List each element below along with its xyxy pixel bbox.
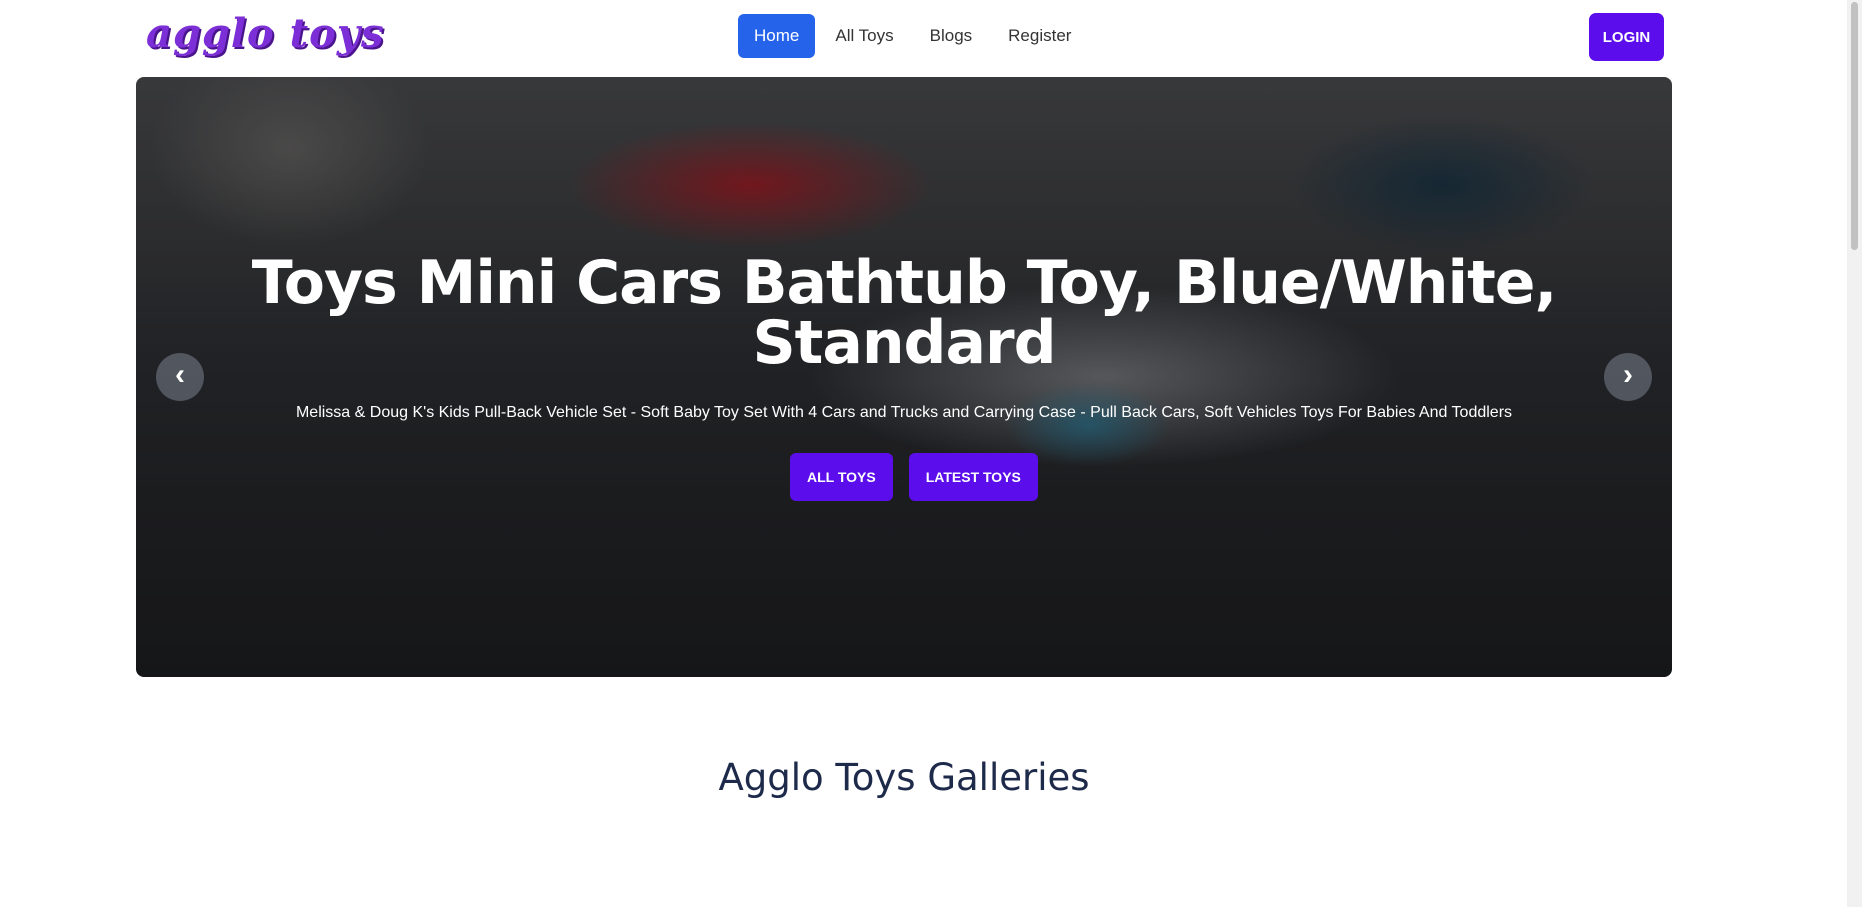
nav-home-link[interactable]: Home: [738, 14, 816, 58]
page-scrollbar[interactable]: [1847, 0, 1862, 907]
nav-register-link[interactable]: Register: [990, 14, 1089, 58]
scrollbar-thumb[interactable]: [1851, 2, 1858, 250]
all-toys-button[interactable]: ALL TOYS: [790, 453, 893, 501]
nav-all-toys-link[interactable]: All Toys: [817, 14, 911, 58]
hero-carousel: Toys Mini Cars Bathtub Toy, Blue/White, …: [136, 77, 1672, 677]
nav-blogs-link[interactable]: Blogs: [912, 14, 991, 58]
carousel-prev-button[interactable]: ‹: [156, 353, 204, 401]
hero-button-group: ALL TOYS LATEST TOYS: [790, 453, 1038, 501]
chevron-left-icon: ‹: [175, 358, 185, 391]
nav-menu: Home All Toys Blogs Register: [738, 14, 1089, 58]
latest-toys-button[interactable]: LATEST TOYS: [908, 453, 1038, 501]
navbar: agglo toys Home All Toys Blogs Register …: [0, 0, 1840, 76]
hero-subtitle: Melissa & Doug K's Kids Pull-Back Vehicl…: [295, 404, 1513, 421]
carousel-next-button[interactable]: ›: [1604, 353, 1652, 401]
chevron-right-icon: ›: [1623, 358, 1633, 391]
hero-title: Toys Mini Cars Bathtub Toy, Blue/White, …: [251, 248, 1557, 378]
site-logo[interactable]: agglo toys: [146, 10, 385, 57]
gallery-section-title: Agglo Toys Galleries: [718, 756, 1090, 799]
login-button[interactable]: LOGIN: [1589, 13, 1664, 61]
